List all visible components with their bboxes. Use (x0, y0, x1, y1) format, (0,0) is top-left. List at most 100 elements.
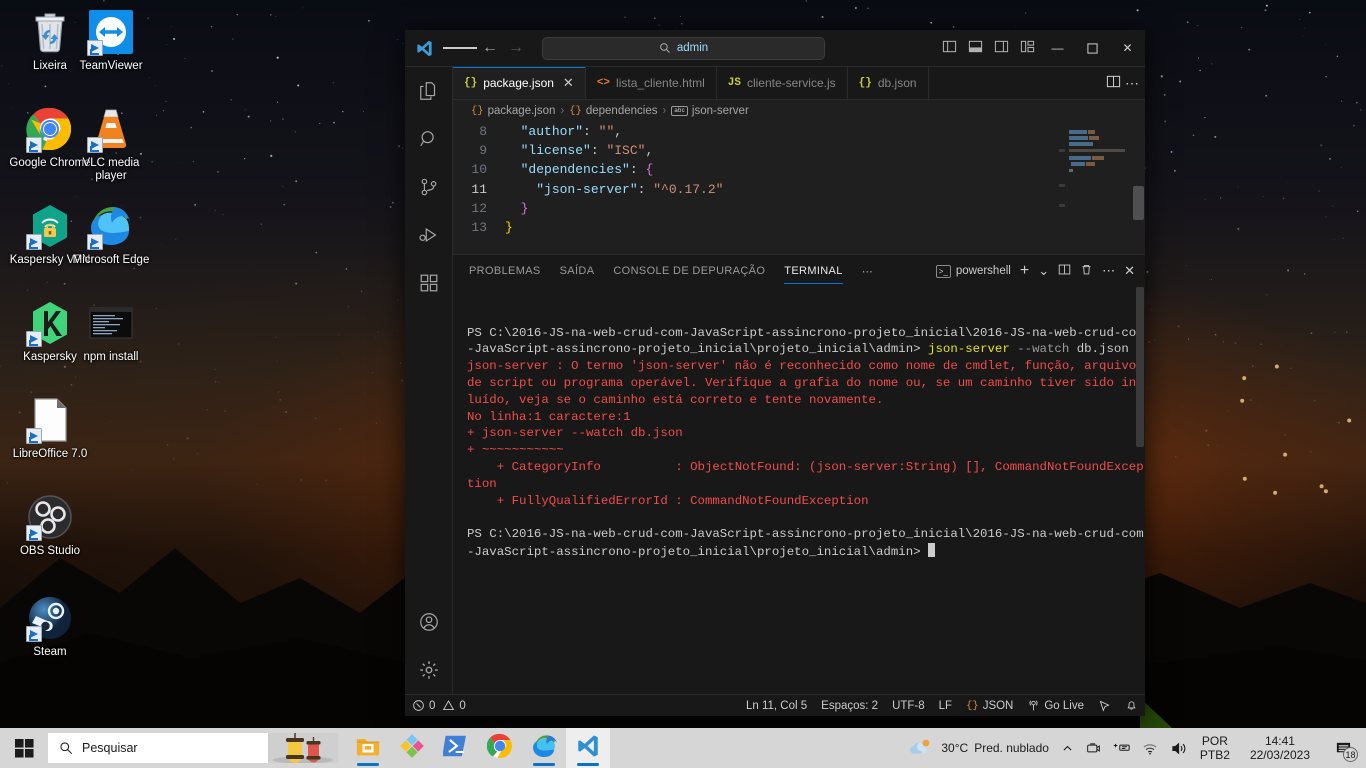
panel-tab-terminal[interactable]: TERMINAL (784, 255, 844, 287)
start-button[interactable] (0, 728, 48, 768)
breadcrumb-item[interactable]: {} package.json (471, 105, 555, 117)
activity-source-control[interactable] (405, 163, 453, 211)
split-editor-icon[interactable] (1106, 74, 1121, 92)
weather-temperature: 30°C (941, 741, 969, 755)
taskbar-app-microsoft-edge[interactable] (522, 728, 566, 768)
activity-explorer[interactable] (405, 67, 453, 115)
tray-wifi[interactable] (1136, 728, 1165, 768)
status-go-live[interactable]: Go Live (1020, 695, 1091, 717)
folder-icon (355, 733, 381, 764)
status-problems[interactable]: 0 0 (405, 695, 473, 717)
status-encoding[interactable]: UTF-8 (885, 695, 932, 717)
taskbar-app-vscode[interactable] (566, 728, 610, 768)
panel-views-button[interactable]: ⋯ (1102, 263, 1115, 279)
taskbar-app-zoiper-app[interactable] (390, 728, 434, 768)
tray-keyboard[interactable] (1107, 728, 1136, 768)
panel-more-tabs-button[interactable]: ⋯ (862, 255, 873, 287)
tray-language[interactable]: POR PTB2 (1194, 728, 1236, 768)
weather-widget[interactable]: 30°C Pred. nublado (903, 728, 1055, 768)
terminal-cursor (928, 542, 936, 557)
terminal-token: db.json (1069, 342, 1129, 357)
window-maximize-button[interactable] (1075, 30, 1110, 67)
desktop-icon-microsoft-edge[interactable]: Microsoft Edge (67, 202, 155, 267)
window-close-button[interactable]: ✕ (1110, 30, 1145, 67)
toggle-panel-button[interactable] (962, 39, 988, 57)
shortcut-overlay-icon (26, 234, 42, 250)
code-line[interactable]: 9 "license": "ISC", (453, 141, 1145, 160)
status-feedback[interactable] (1091, 695, 1118, 717)
breadcrumb[interactable]: {} package.json ›{} dependencies › abc json-se… (453, 100, 1145, 122)
desktop-icon-label: TeamViewer (79, 60, 143, 72)
taskbar-app-google-chrome[interactable] (478, 728, 522, 768)
kill-terminal-button[interactable] (1080, 263, 1093, 279)
terminal-profile-dropdown[interactable]: ⌄ (1038, 263, 1049, 279)
status-cursor-position[interactable]: Ln 11, Col 5 (739, 695, 814, 717)
editor-scrollbar[interactable] (1131, 122, 1145, 254)
breadcrumb-item[interactable]: abc json-server (671, 105, 749, 117)
desktop-icon-obs-studio[interactable]: OBS Studio (6, 493, 94, 558)
line-number: 12 (471, 200, 487, 216)
panel-tab-problemas[interactable]: PROBLEMAS (469, 255, 541, 287)
tray-remote-desktop[interactable] (1080, 728, 1107, 768)
code-line[interactable]: 13} (453, 218, 1145, 237)
status-language-mode[interactable]: {} JSON (959, 695, 1020, 717)
panel-tab-console-de-depura-o[interactable]: CONSOLE DE DEPURAÇÃO (613, 255, 765, 287)
breadcrumb-item[interactable]: {} dependencies (569, 105, 657, 117)
window-minimize-button[interactable]: — (1040, 30, 1075, 67)
desktop-icon-vlc[interactable]: VLC media player (67, 105, 155, 183)
tray-expand-button[interactable] (1055, 728, 1080, 768)
editor-actions-more-icon[interactable]: ⋯ (1125, 75, 1139, 92)
status-indentation[interactable]: Espaços: 2 (814, 695, 885, 717)
toggle-primary-sidebar-button[interactable] (936, 39, 962, 57)
panel-close-button[interactable]: ✕ (1124, 263, 1135, 279)
new-terminal-button[interactable]: + (1020, 262, 1029, 280)
toggle-secondary-sidebar-button[interactable] (988, 39, 1014, 57)
command-center-search[interactable]: admin (542, 36, 825, 60)
editor-tab-label: lista_cliente.html (616, 76, 705, 90)
editor-tab-package-json[interactable]: {} package.json ✕ (453, 67, 586, 99)
activity-accounts[interactable] (405, 598, 453, 646)
split-terminal-button[interactable] (1058, 263, 1071, 279)
taskbar-clock[interactable]: 14:41 22/03/2023 (1236, 728, 1324, 768)
editor-tab-db-json[interactable]: {} db.json (847, 67, 929, 99)
vscode-window[interactable]: ← → admin — ✕ {} package.json ✕ <> lista… (405, 30, 1145, 716)
code-line[interactable]: 10 "dependencies": { (453, 160, 1145, 179)
navigate-forward-button[interactable]: → (503, 39, 529, 57)
activity-search[interactable] (405, 115, 453, 163)
menu-hamburger-button[interactable] (443, 45, 477, 52)
desktop-icon-libreoffice[interactable]: LibreOffice 7.0 (6, 396, 94, 461)
terminal-line: PS C:\2016-JS-na-web-crud-com-JavaScript… (467, 526, 1145, 561)
panel-tab-sa-da[interactable]: SAÍDA (560, 255, 595, 287)
desktop-icon-teamviewer[interactable]: TeamViewer (67, 8, 155, 73)
navigate-back-button[interactable]: ← (477, 39, 503, 57)
lantern-icon (268, 733, 338, 763)
customize-layout-button[interactable] (1014, 39, 1040, 57)
desktop-icon-steam[interactable]: Steam (6, 594, 94, 659)
terminal-text: + FullyQualifiedErrorId : CommandNotFoun… (467, 493, 869, 508)
terminal-scrollbar[interactable] (1135, 287, 1145, 694)
terminal-shell-selector[interactable]: >_ powershell (935, 264, 1011, 278)
terminal-scrollbar-thumb[interactable] (1136, 287, 1144, 447)
taskbar-search-box[interactable]: Pesquisar (48, 733, 338, 763)
activity-run-and-debug[interactable] (405, 211, 453, 259)
language-line-2: PTB2 (1199, 748, 1230, 762)
terminal-output[interactable]: PS C:\2016-JS-na-web-crud-com-JavaScript… (453, 287, 1145, 694)
activity-extensions[interactable] (405, 259, 453, 307)
editor-minimap[interactable] (1059, 122, 1131, 254)
status-eol[interactable]: LF (932, 695, 959, 717)
editor-tab-cliente-service-js[interactable]: JS cliente-service.js (716, 67, 848, 99)
editor-scrollbar-thumb[interactable] (1133, 186, 1144, 220)
code-line[interactable]: 8 "author": "", (453, 122, 1145, 141)
code-line[interactable]: 12 } (453, 199, 1145, 218)
taskbar-app-file-explorer[interactable] (346, 728, 390, 768)
status-notifications[interactable] (1118, 695, 1145, 717)
close-tab-icon[interactable]: ✕ (563, 75, 574, 91)
desktop-icon-npm-install[interactable]: npm install (67, 299, 155, 364)
code-editor[interactable]: 8 "author": "", 9 "license": "ISC", 10 "de… (453, 122, 1145, 254)
activity-settings[interactable] (405, 646, 453, 694)
notification-center-button[interactable]: 18 (1324, 728, 1362, 768)
code-line[interactable]: 11 "json-server": "^0.17.2" (453, 180, 1145, 199)
editor-tab-lista-cliente-html[interactable]: <> lista_cliente.html (585, 67, 717, 99)
tray-volume[interactable] (1165, 728, 1194, 768)
taskbar-app-powershell[interactable] (434, 728, 478, 768)
